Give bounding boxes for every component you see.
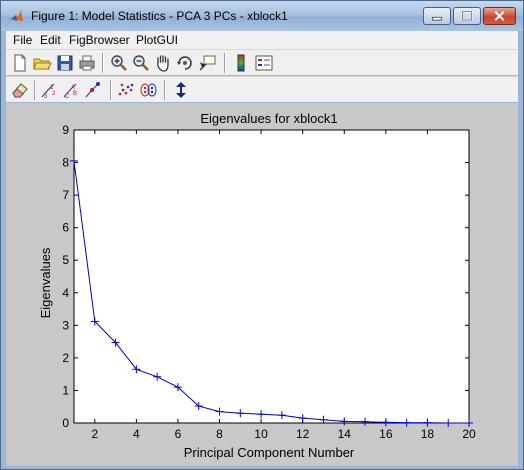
scatter-points-button[interactable]: [116, 80, 136, 100]
zoom-in-icon: [111, 55, 127, 71]
vertical-arrow-icon: [176, 82, 186, 98]
plot-area[interactable]: [73, 129, 470, 424]
maximize-button[interactable]: [453, 7, 481, 25]
y-tick-label: 8: [62, 156, 69, 170]
y-tick-label: 7: [62, 188, 69, 202]
close-button[interactable]: [483, 7, 516, 25]
title-bar[interactable]: Figure 1: Model Statistics - PCA 3 PCs -…: [1, 1, 523, 31]
pan-hand-icon: [157, 55, 169, 72]
rotate-3d-button[interactable]: [175, 53, 195, 73]
x-tick-label: 6: [175, 427, 182, 441]
y-tick-label: 1: [62, 383, 69, 397]
new-figure-button[interactable]: [10, 53, 30, 73]
plsgui-toolbar: 1 2 3 A B C: [6, 76, 518, 102]
label-abc-icon: A B C: [63, 83, 77, 100]
open-button[interactable]: [32, 53, 52, 73]
menu-figbrowser[interactable]: FigBrowser: [69, 33, 130, 47]
figure-window: Figure 1: Model Statistics - PCA 3 PCs -…: [0, 0, 524, 470]
eraser-icon: [12, 83, 28, 98]
x-tick-label: 2: [91, 427, 98, 441]
zoom-out-icon: [133, 55, 149, 71]
vertical-arrow-button[interactable]: [171, 80, 191, 100]
legend-icon: [255, 55, 273, 71]
print-icon: [79, 55, 95, 71]
pan-button[interactable]: [153, 53, 173, 73]
x-tick-label: 4: [133, 427, 140, 441]
svg-text:3: 3: [44, 94, 48, 100]
x-tick-label: 14: [338, 427, 352, 441]
eigenvalue-chart: 01234567892 4 6 8 10 12 14 16 18 20 Eigenvalues f…: [38, 111, 476, 460]
close-icon: [494, 11, 505, 21]
label-numbers-icon: 1 2 3: [41, 83, 56, 100]
figure-toolbar: [6, 49, 518, 75]
x-tick-label: 16: [379, 427, 393, 441]
toolbar-separator: [224, 53, 226, 73]
menu-edit[interactable]: Edit: [40, 33, 61, 47]
minimize-icon: [431, 16, 442, 21]
y-tick-label: 2: [62, 351, 69, 365]
minimize-button[interactable]: [423, 7, 451, 25]
label-numbers-button[interactable]: 1 2 3: [39, 80, 59, 100]
colorbar-icon: [237, 54, 245, 72]
toolbar-separator: [110, 80, 112, 100]
svg-text:B: B: [73, 91, 77, 97]
rotate-3d-icon: [177, 56, 192, 70]
save-button[interactable]: [55, 53, 75, 73]
open-folder-icon: [33, 58, 52, 70]
y-tick-label: 0: [62, 416, 69, 430]
toolbar-separator: [102, 53, 104, 73]
scatter-points-icon: [118, 83, 134, 96]
y-tick-label: 3: [62, 318, 69, 332]
x-tick-label: 12: [296, 427, 310, 441]
save-icon: [57, 55, 73, 71]
maximize-icon: [461, 10, 473, 21]
menu-file[interactable]: File: [13, 33, 32, 47]
matlab-logo-icon: [11, 10, 23, 21]
class-groups-button[interactable]: [138, 80, 158, 100]
class-groups-icon: [140, 83, 157, 97]
label-class-button[interactable]: [83, 80, 103, 100]
zoom-in-button[interactable]: [109, 53, 129, 73]
figure-canvas: 0 1 2 3 4 5 6 7 8 9 2 4 6 8 10 12 14 16 18 20 Eigenvalues f…: [6, 103, 518, 466]
x-axis-label: Principal Component Number: [184, 445, 355, 460]
toolbar-separator: [164, 80, 166, 100]
svg-text:2: 2: [52, 91, 56, 97]
data-cursor-icon: [199, 55, 216, 71]
y-tick-label: 4: [62, 286, 69, 300]
menu-bar: File Edit FigBrowser PlotGUI: [6, 31, 518, 49]
label-class-icon: [85, 82, 100, 98]
x-tick-label: 18: [421, 427, 435, 441]
new-figure-icon: [14, 54, 26, 72]
y-tick-label: 6: [62, 221, 69, 235]
y-tick-label: 5: [62, 253, 69, 267]
label-abc-button[interactable]: A B C: [61, 80, 81, 100]
x-tick-label: 8: [216, 427, 223, 441]
x-tick-label: 20: [462, 427, 476, 441]
x-tick-label: 10: [254, 427, 268, 441]
eraser-button[interactable]: [10, 80, 30, 100]
y-tick-label: 9: [62, 123, 69, 137]
svg-text:C: C: [65, 94, 70, 100]
colorbar-button[interactable]: [231, 53, 251, 73]
toolbar-separator: [34, 80, 36, 100]
print-button[interactable]: [77, 53, 97, 73]
chart-title: Eigenvalues for xblock1: [200, 111, 337, 126]
data-cursor-button[interactable]: [197, 53, 217, 73]
zoom-out-button[interactable]: [131, 53, 151, 73]
legend-button[interactable]: [254, 53, 274, 73]
y-axis-label: Eigenvalues: [38, 247, 53, 318]
menu-plotgui[interactable]: PlotGUI: [136, 33, 178, 47]
window-title: Figure 1: Model Statistics - PCA 3 PCs -…: [31, 9, 288, 23]
